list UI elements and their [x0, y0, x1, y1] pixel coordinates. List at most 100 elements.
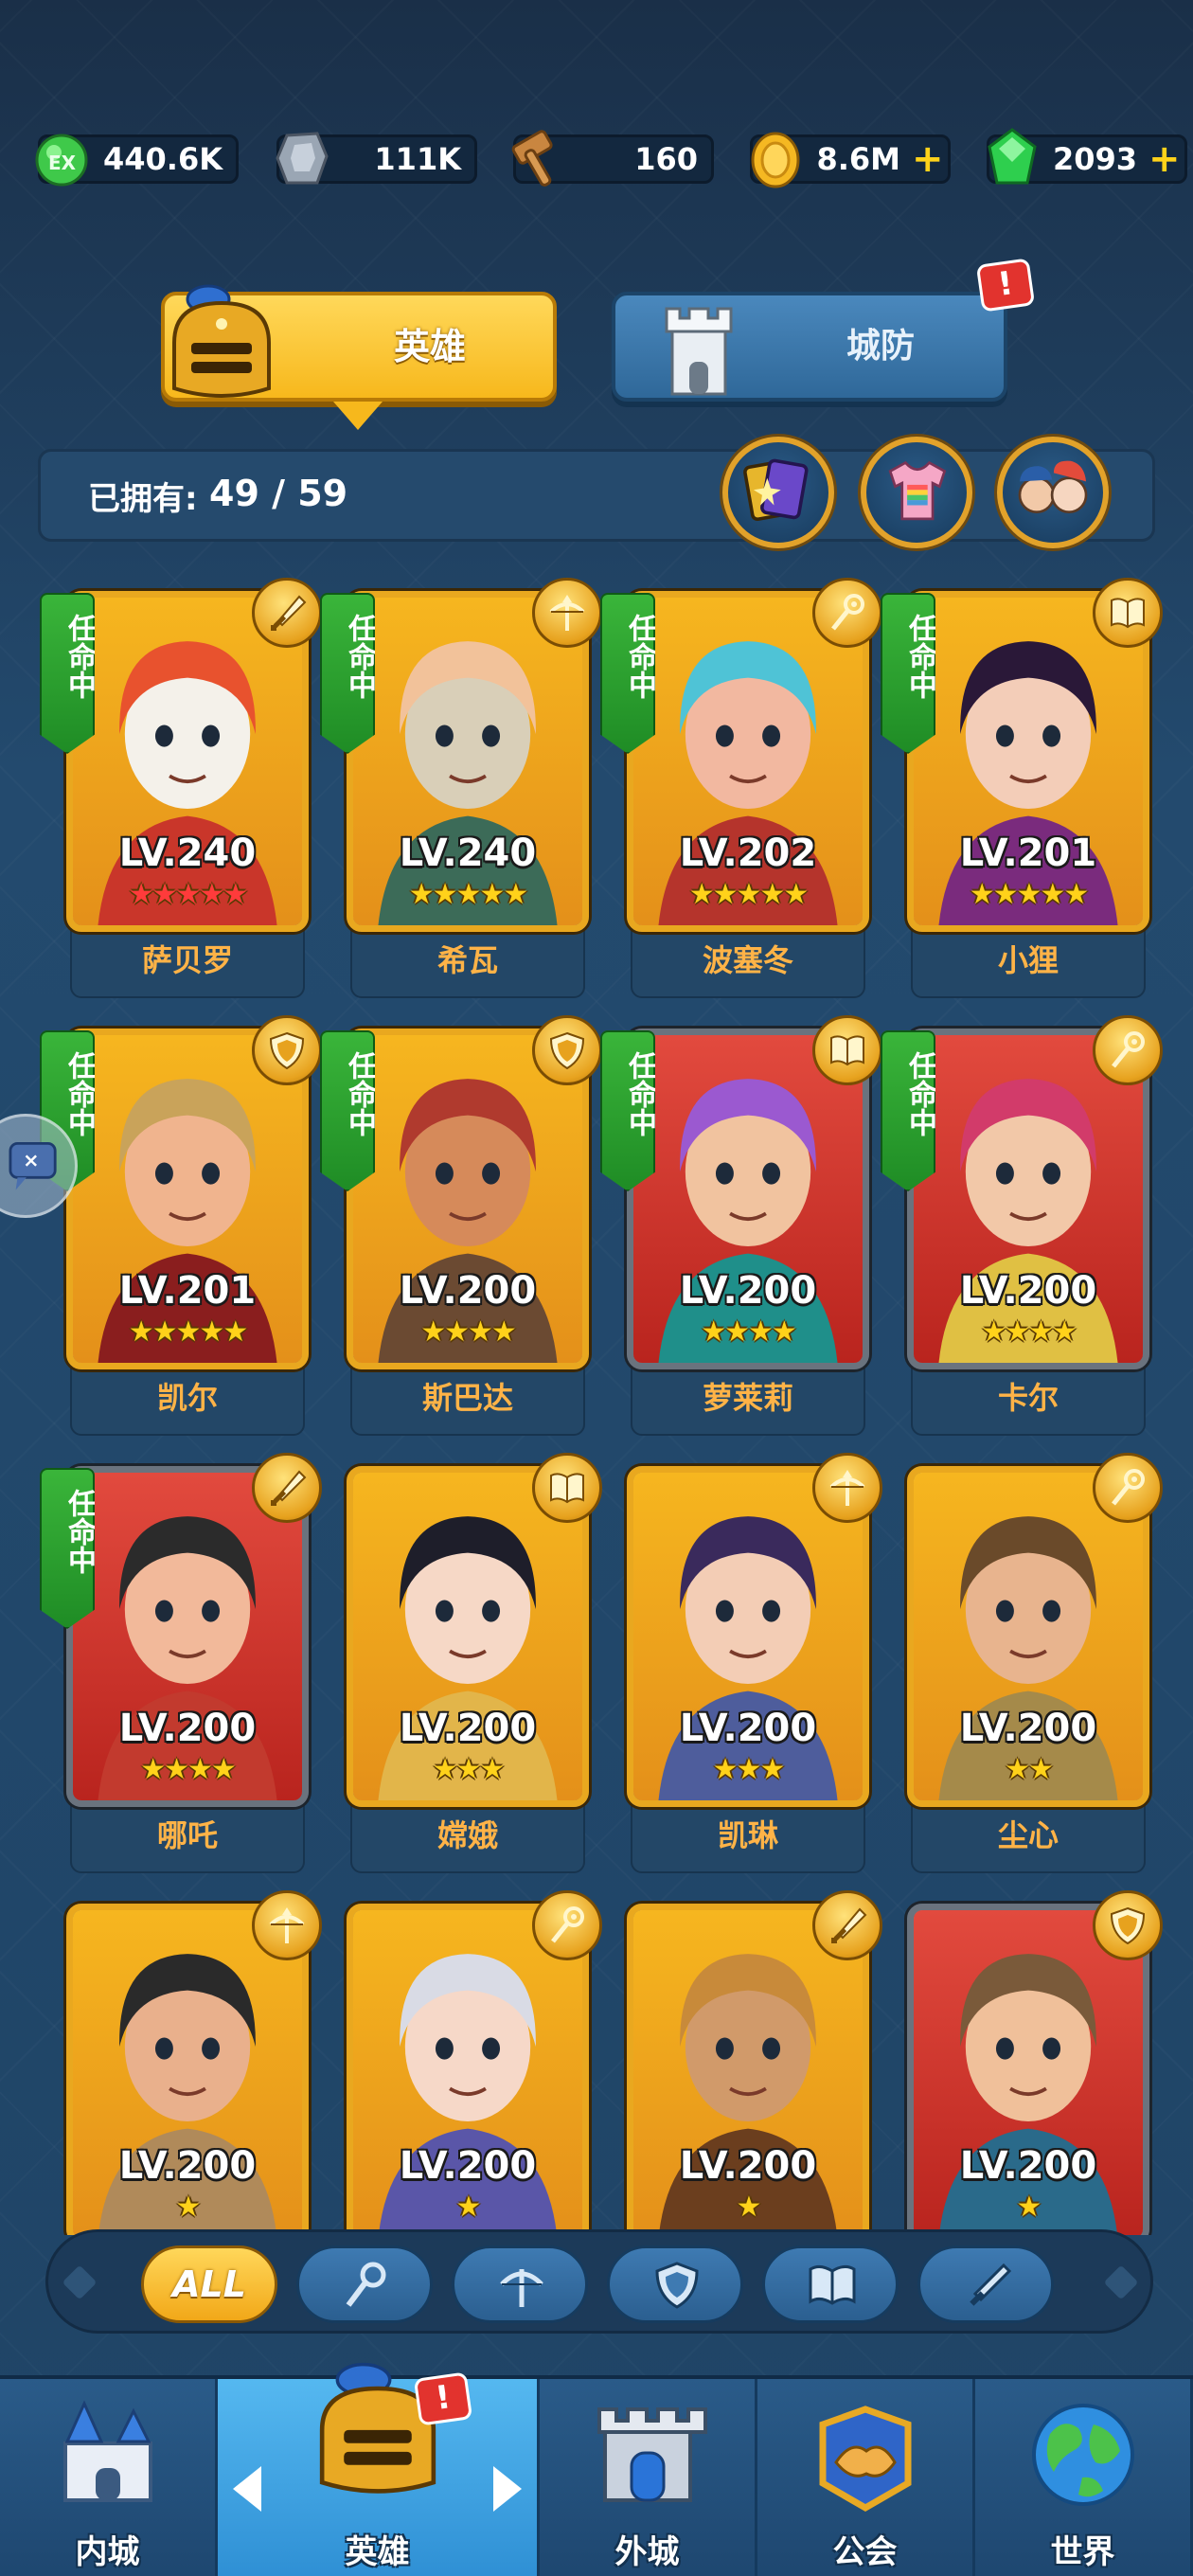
currency-bar: EX 440.6K 111K 160 8.6M + 2093 + [9, 125, 1188, 201]
hero-card[interactable]: LV.200 ★★ 尘心 [907, 1453, 1163, 1873]
hero-stars: ★ [1016, 2191, 1042, 2224]
handshake-icon [819, 2406, 911, 2513]
hero-level: LV.200 [679, 1707, 817, 1750]
appointed-ribbon: 任命中 [600, 1030, 655, 1191]
appointed-ribbon-label: 任命中 [343, 1051, 376, 1136]
hero-stars: ★★★★★ [969, 878, 1089, 911]
nav-globe[interactable]: 世界 [975, 2379, 1193, 2576]
tshirt-icon [888, 460, 947, 521]
hero-group-icon [1018, 460, 1088, 514]
filter-shield-button[interactable] [607, 2245, 743, 2323]
hero-name: 斯巴达 [421, 1380, 513, 1416]
hero-group-button[interactable] [997, 437, 1109, 548]
filter-all-button[interactable]: ALL [141, 2245, 277, 2323]
filter-book-button[interactable] [762, 2245, 899, 2323]
hero-card[interactable]: LV.202 ★★★★★ 波塞冬 任命中 [600, 578, 882, 998]
appointed-ribbon: 任命中 [320, 1030, 375, 1191]
gold-coin-icon [751, 132, 800, 188]
hero-card[interactable]: LV.200 ★ [627, 1890, 882, 2235]
currency-value: 440.6K [102, 141, 223, 177]
nav-label: 内城 [75, 2533, 140, 2571]
hero-card[interactable]: LV.201 ★★★★★ 小狸 任命中 [881, 578, 1163, 998]
currency-value: 111K [374, 141, 461, 177]
hero-card[interactable]: LV.200 ★ [347, 1890, 602, 2235]
hero-class-badge [532, 1453, 602, 1523]
hero-card[interactable]: LV.240 ★★★★★ 希瓦 任命中 [320, 578, 602, 998]
currency-hammer[interactable]: 160 [511, 130, 714, 187]
owned-label: 已拥有: [88, 480, 198, 518]
hero-cards-button[interactable] [722, 437, 834, 548]
hero-name: 凯琳 [717, 1817, 778, 1853]
hero-card[interactable]: LV.201 ★★★★★ 凯尔 任命中 [40, 1015, 322, 1436]
tab-defense[interactable]: 城防 [612, 292, 1007, 402]
bottom-nav: 内城 英雄! 外城 公会 世界 [0, 2362, 1193, 2576]
currency-xp[interactable]: EX 440.6K [35, 134, 239, 187]
hero-name: 萨贝罗 [141, 942, 233, 978]
hero-stars: ★ [736, 2191, 762, 2224]
add-emerald-button[interactable]: + [1148, 140, 1181, 178]
hero-portrait [353, 1473, 582, 1800]
appointed-ribbon-label: 任命中 [903, 614, 936, 699]
hero-card[interactable]: LV.200 ★ [907, 1890, 1163, 2235]
currency-value: 160 [634, 141, 698, 177]
hero-portrait [353, 1035, 582, 1363]
class-filter-bar: ALL [45, 2229, 1153, 2334]
skins-button[interactable] [861, 437, 972, 548]
hero-level: LV.200 [959, 1269, 1097, 1313]
hero-card[interactable]: LV.200 ★★★★ 哪吒 任命中 [40, 1453, 322, 1873]
book-icon [1111, 598, 1145, 629]
nav-handshake[interactable]: 公会 [757, 2379, 975, 2576]
book-icon [550, 1473, 584, 1504]
hero-portrait [353, 598, 582, 925]
hero-card[interactable]: LV.240 ★★★★★ 萨贝罗 任命中 [40, 578, 322, 998]
shield-icon [1110, 1906, 1146, 1945]
appointed-ribbon: 任命中 [881, 1030, 935, 1191]
appointed-ribbon-label: 任命中 [62, 614, 96, 699]
hero-level: LV.200 [679, 1269, 817, 1313]
staff-icon [346, 2262, 386, 2307]
hero-portrait [633, 1473, 863, 1800]
tower-icon [665, 307, 733, 396]
nav-castle[interactable]: 内城 [0, 2379, 218, 2576]
hero-card[interactable]: LV.200 ★★★★ 斯巴达 任命中 [320, 1015, 602, 1436]
currency-emerald[interactable]: 2093 + [987, 128, 1187, 185]
crossbow-icon [269, 1907, 305, 1943]
appointed-ribbon-label: 任命中 [623, 1051, 656, 1136]
hero-card[interactable]: LV.200 ★★★ 嫦娥 [347, 1453, 602, 1873]
nav-knight-helmet[interactable]: 英雄! [218, 2362, 540, 2576]
filter-staff-button[interactable] [296, 2245, 433, 2323]
add-gold-button[interactable]: + [912, 140, 944, 178]
appointed-ribbon-label: 任命中 [343, 614, 376, 699]
hero-name: 卡尔 [997, 1380, 1059, 1416]
tab-heroes-label: 英雄 [393, 326, 466, 367]
hero-portrait [633, 598, 863, 925]
hero-card[interactable]: LV.200 ★★★ 凯琳 [627, 1453, 882, 1873]
staff-icon [1112, 1031, 1145, 1068]
nav-next-arrow[interactable] [493, 2466, 522, 2512]
sword-icon [831, 1907, 867, 1943]
alert-badge: ! [413, 2371, 473, 2426]
nav-tower-gate[interactable]: 外城 [540, 2379, 757, 2576]
sword-icon [970, 2263, 1012, 2306]
tab-heroes[interactable]: 英雄 [161, 284, 557, 430]
filter-sword-button[interactable] [917, 2245, 1054, 2323]
filter-crossbow-button[interactable] [452, 2245, 588, 2323]
knight-helmet-icon [172, 284, 271, 398]
currency-stone[interactable]: 111K [276, 132, 477, 185]
nav-label: 公会 [832, 2533, 898, 2571]
hero-card[interactable]: LV.200 ★ [66, 1890, 322, 2235]
hero-class-badge [812, 1890, 882, 1960]
filter-scroll-left[interactable] [62, 2264, 98, 2300]
hero-level: LV.200 [399, 2144, 537, 2188]
nav-prev-arrow[interactable] [233, 2466, 261, 2512]
chat-float-button[interactable]: × [0, 1114, 78, 1218]
currency-gold[interactable]: 8.6M + [750, 132, 951, 188]
hero-class-badge [252, 1015, 322, 1085]
hero-card[interactable]: LV.200 ★★★★ 卡尔 任命中 [881, 1015, 1163, 1436]
shield-icon [655, 2262, 699, 2309]
crossbow-icon [500, 2269, 543, 2307]
hero-portrait [633, 1035, 863, 1363]
hero-card[interactable]: LV.200 ★★★★ 萝莱莉 任命中 [600, 1015, 882, 1436]
hero-stars: ★★★★★ [128, 878, 248, 911]
filter-scroll-right[interactable] [1103, 2264, 1139, 2300]
